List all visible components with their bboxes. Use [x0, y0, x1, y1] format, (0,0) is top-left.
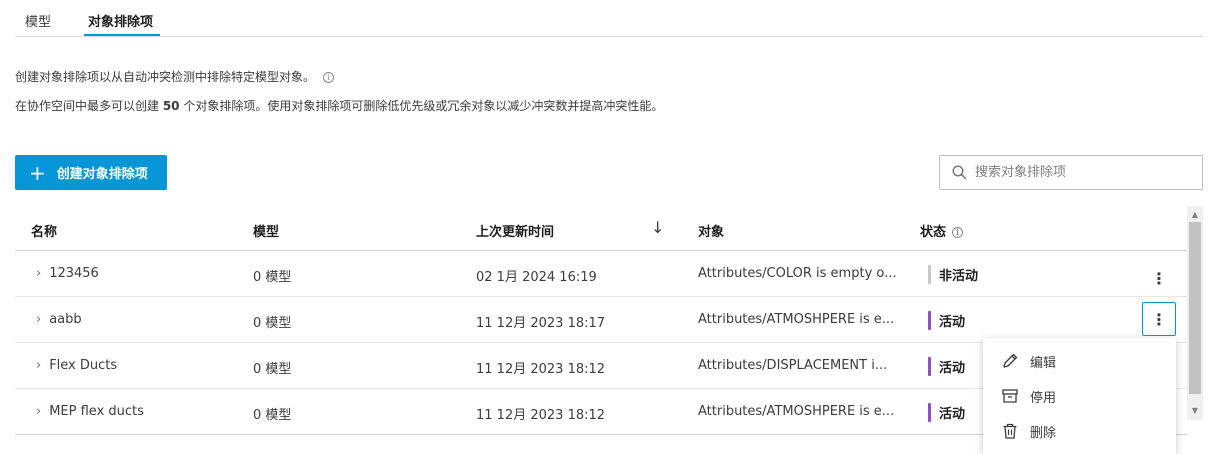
search-box [939, 155, 1203, 190]
chevron-right-icon[interactable]: › [36, 404, 41, 419]
row-name[interactable]: › Flex Ducts [36, 358, 117, 373]
row-name-text: MEP flex ducts [49, 404, 144, 419]
status-badge: 活动 [928, 357, 965, 376]
status-indicator [928, 265, 931, 284]
more-options-icon[interactable]: ⋮ [1142, 302, 1176, 336]
status-info-icon[interactable]: i [952, 227, 964, 238]
scroll-up-icon[interactable]: ▲ [1187, 208, 1203, 222]
row-object: Attributes/COLOR is empty o... [698, 266, 897, 281]
row-updated: 02 1月 2024 16:19 [476, 270, 597, 285]
tab-bar: 模型 对象排除项 [15, 0, 1203, 37]
chevron-right-icon[interactable]: › [36, 358, 41, 373]
menu-item-edit[interactable]: 编辑 [983, 344, 1176, 378]
status-indicator [928, 357, 931, 376]
row-model: 0 模型 [253, 270, 292, 285]
row-name-text: Flex Ducts [49, 358, 118, 373]
search-input[interactable] [975, 165, 1185, 180]
row-name[interactable]: › aabb [36, 312, 82, 327]
description-line-2: 在协作空间中最多可以创建 50 个对象排除项。使用对象排除项可删除低优先级或冗余… [15, 97, 663, 114]
row-object: Attributes/DISPLACEMENT i... [698, 358, 888, 373]
description-text: 创建对象排除项以从自动冲突检测中排除特定模型对象。 [15, 70, 316, 84]
status-text: 活动 [939, 315, 966, 330]
info-icon[interactable]: i [323, 72, 335, 83]
tab-models[interactable]: 模型 [25, 11, 51, 30]
row-updated: 11 12月 2023 18:17 [476, 316, 606, 331]
status-text: 活动 [939, 361, 966, 376]
create-exclusion-button[interactable]: + 创建对象排除项 [15, 155, 167, 190]
more-options-icon[interactable]: ⋮ [1142, 261, 1176, 295]
plus-icon: + [29, 160, 46, 185]
status-indicator [928, 403, 931, 422]
exclusion-limit-count: 50 [162, 99, 180, 113]
header-name[interactable]: 名称 [31, 221, 57, 240]
description-line-1: 创建对象排除项以从自动冲突检测中排除特定模型对象。 i [15, 68, 335, 85]
row-model: 0 模型 [253, 316, 292, 331]
scroll-thumb[interactable] [1189, 222, 1201, 394]
row-model: 0 模型 [253, 408, 292, 423]
arrow-down-icon[interactable]: ↓ [651, 218, 664, 237]
table-row[interactable]: › aabb 0 模型 11 12月 2023 18:17 Attributes/… [15, 297, 1187, 343]
row-name[interactable]: › MEP flex ducts [36, 404, 144, 419]
header-object[interactable]: 对象 [698, 221, 724, 240]
table-scrollbar[interactable]: ▲ ▼ [1187, 206, 1203, 420]
trash-icon [1003, 423, 1017, 439]
status-text: 活动 [939, 407, 966, 422]
table-header: 名称 模型 上次更新时间 ↓ 对象 状态 i [15, 206, 1187, 251]
row-name[interactable]: › 123456 [36, 266, 99, 281]
table-row[interactable]: › 123456 0 模型 02 1月 2024 16:19 Attributes… [15, 251, 1187, 297]
header-updated[interactable]: 上次更新时间 [476, 221, 554, 240]
menu-item-label: 停用 [1030, 390, 1057, 406]
chevron-right-icon[interactable]: › [36, 312, 41, 327]
tab-object-exclusions[interactable]: 对象排除项 [88, 11, 153, 30]
menu-item-label: 编辑 [1030, 355, 1057, 371]
search-icon [952, 165, 967, 180]
active-tab-indicator [84, 34, 160, 36]
menu-item-label: 删除 [1030, 425, 1057, 441]
row-model: 0 模型 [253, 362, 292, 377]
pencil-icon [1003, 353, 1018, 368]
header-status[interactable]: 状态 i [920, 221, 964, 240]
row-name-text: aabb [49, 312, 82, 327]
archive-icon [1002, 389, 1018, 403]
scroll-down-icon[interactable]: ▼ [1187, 404, 1203, 418]
create-exclusion-label: 创建对象排除项 [56, 167, 148, 182]
status-text: 非活动 [939, 269, 979, 284]
description-prefix: 在协作空间中最多可以创建 [15, 99, 163, 113]
row-name-text: 123456 [49, 266, 99, 281]
row-updated: 11 12月 2023 18:12 [476, 408, 606, 423]
status-indicator [928, 311, 931, 330]
menu-item-delete[interactable]: 删除 [983, 414, 1176, 448]
description-suffix: 个对象排除项。使用对象排除项可删除低优先级或冗余对象以减少冲突数并提高冲突性能。 [179, 99, 664, 113]
header-status-label: 状态 [920, 225, 947, 240]
status-badge: 非活动 [928, 265, 978, 284]
chevron-right-icon[interactable]: › [36, 266, 41, 281]
row-updated: 11 12月 2023 18:12 [476, 362, 606, 377]
status-badge: 活动 [928, 403, 965, 422]
row-object: Attributes/ATMOSHPERE is e... [698, 404, 895, 419]
row-object: Attributes/ATMOSHPERE is e... [698, 312, 895, 327]
status-badge: 活动 [928, 311, 965, 330]
row-action-menu: 编辑 停用 删除 [983, 338, 1176, 454]
header-model[interactable]: 模型 [253, 221, 279, 240]
menu-item-deactivate[interactable]: 停用 [983, 379, 1176, 413]
